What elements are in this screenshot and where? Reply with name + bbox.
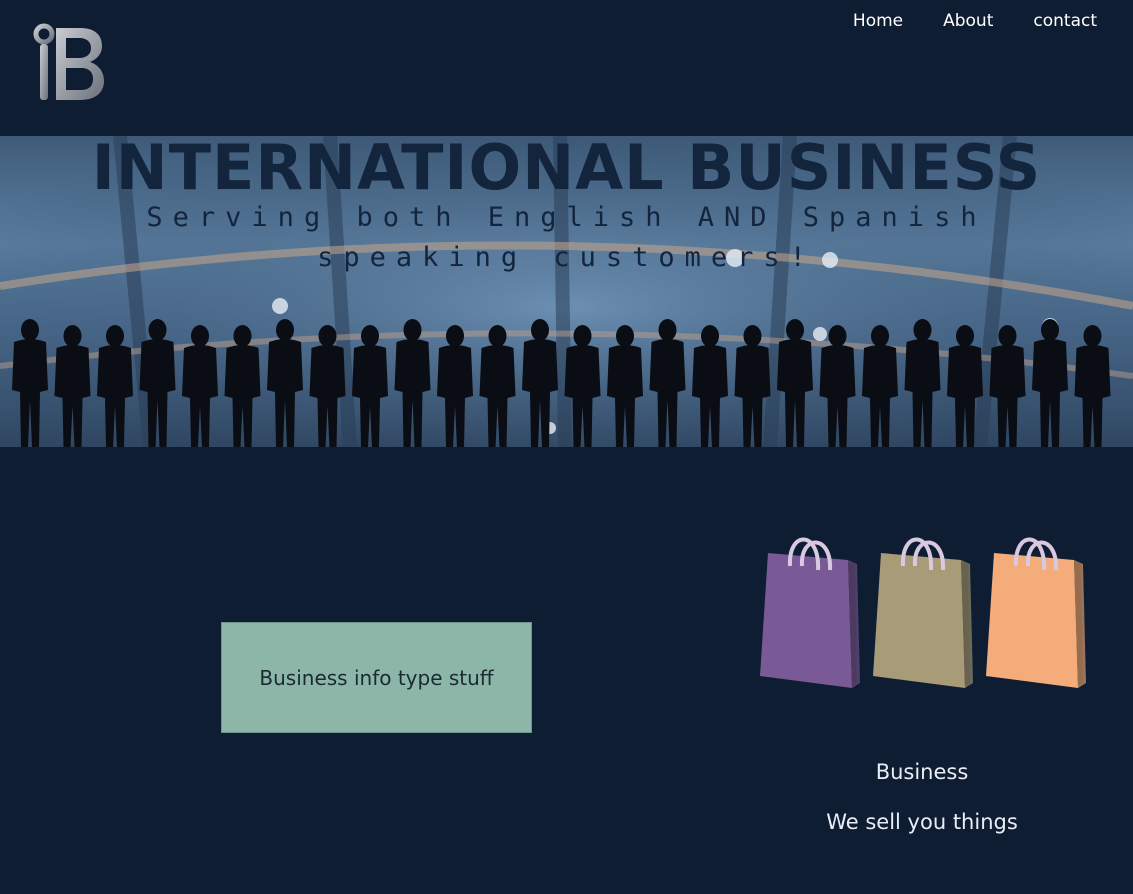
person-silhouette: [182, 325, 218, 447]
shopping-bag-icon: [760, 537, 860, 688]
person-silhouette: [947, 325, 983, 447]
person-silhouette: [437, 325, 473, 447]
business-info-box: Business info type stuff: [221, 622, 532, 733]
nav-contact[interactable]: contact: [1013, 10, 1097, 32]
shopping-bag-icon: [873, 537, 973, 688]
person-silhouette: [564, 325, 601, 447]
main-nav: Home About contact: [833, 10, 1097, 32]
person-silhouette: [479, 325, 516, 447]
shopping-bags-illustration: [760, 537, 1086, 688]
shopping-bag-icon: [986, 537, 1086, 688]
person-silhouette: [352, 325, 388, 447]
side-title: Business: [875, 760, 969, 784]
person-silhouette: [904, 319, 941, 447]
person-silhouette: [267, 319, 303, 447]
nav-home[interactable]: Home: [833, 10, 923, 32]
person-silhouette: [12, 319, 48, 447]
person-silhouette: [1032, 319, 1068, 447]
nav-about[interactable]: About: [923, 10, 1013, 32]
hero-subtitle: Serving both English AND Spanish speakin…: [146, 202, 987, 273]
side-tagline: We sell you things: [826, 810, 1018, 834]
person-silhouette: [692, 325, 728, 447]
person-silhouette: [862, 325, 898, 447]
crowd-silhouette: [12, 319, 1111, 447]
person-silhouette: [1074, 325, 1111, 447]
person-silhouette: [139, 319, 176, 447]
ib-logo[interactable]: [30, 22, 108, 104]
person-silhouette: [819, 325, 856, 447]
person-silhouette: [97, 325, 133, 447]
person-silhouette: [54, 325, 91, 447]
hero-banner: INTERNATIONAL BUSINESS Serving both Engl…: [0, 136, 1133, 447]
person-silhouette: [649, 319, 686, 447]
person-silhouette: [989, 325, 1026, 447]
person-silhouette: [607, 325, 643, 447]
person-silhouette: [394, 319, 431, 447]
site-header: Home About contact: [0, 0, 1133, 136]
hero-title: INTERNATIONAL BUSINESS: [91, 136, 1042, 204]
person-silhouette: [734, 325, 771, 447]
business-info-text: Business info type stuff: [259, 665, 494, 690]
person-silhouette: [522, 319, 558, 447]
person-silhouette: [309, 325, 346, 447]
person-silhouette: [224, 325, 261, 447]
person-silhouette: [777, 319, 813, 447]
